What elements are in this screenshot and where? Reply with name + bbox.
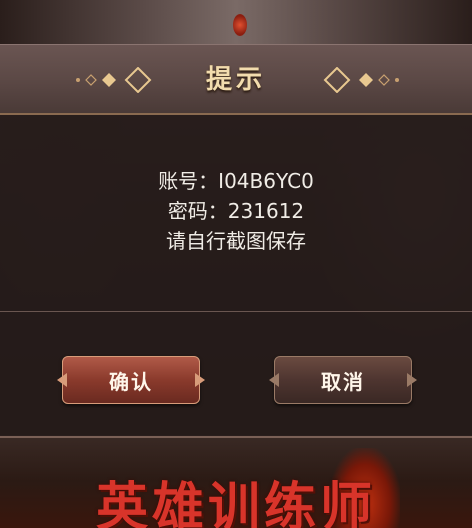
diamond-ornament-right-icon [323,67,399,93]
button-notch-left-icon [269,373,279,387]
account-line: 账号：I04B6YC0 [158,169,314,193]
dialog-divider [0,311,472,312]
notice-dialog: 提示 账号：I04B6YC0 密码：231612 请自行截图保存 确认 取消 [0,44,472,438]
dialog-bottom-border [0,436,472,438]
dialog-message: 账号：I04B6YC0 密码：231612 请自行截图保存 [0,166,472,256]
confirm-button-label: 确认 [109,369,153,394]
cancel-button[interactable]: 取消 [269,356,417,404]
game-title-logo: 英雄训练师 [95,477,376,528]
button-notch-right-icon [195,373,205,387]
confirm-button[interactable]: 确认 [57,356,205,404]
button-notch-left-icon [57,373,67,387]
password-line: 密码：231612 [167,199,305,223]
cancel-button-label: 取消 [321,369,365,394]
red-jewel-icon [233,14,247,36]
button-notch-right-icon [407,373,417,387]
dialog-header: 提示 [0,44,472,115]
screenshot-hint-line: 请自行截图保存 [166,229,306,253]
